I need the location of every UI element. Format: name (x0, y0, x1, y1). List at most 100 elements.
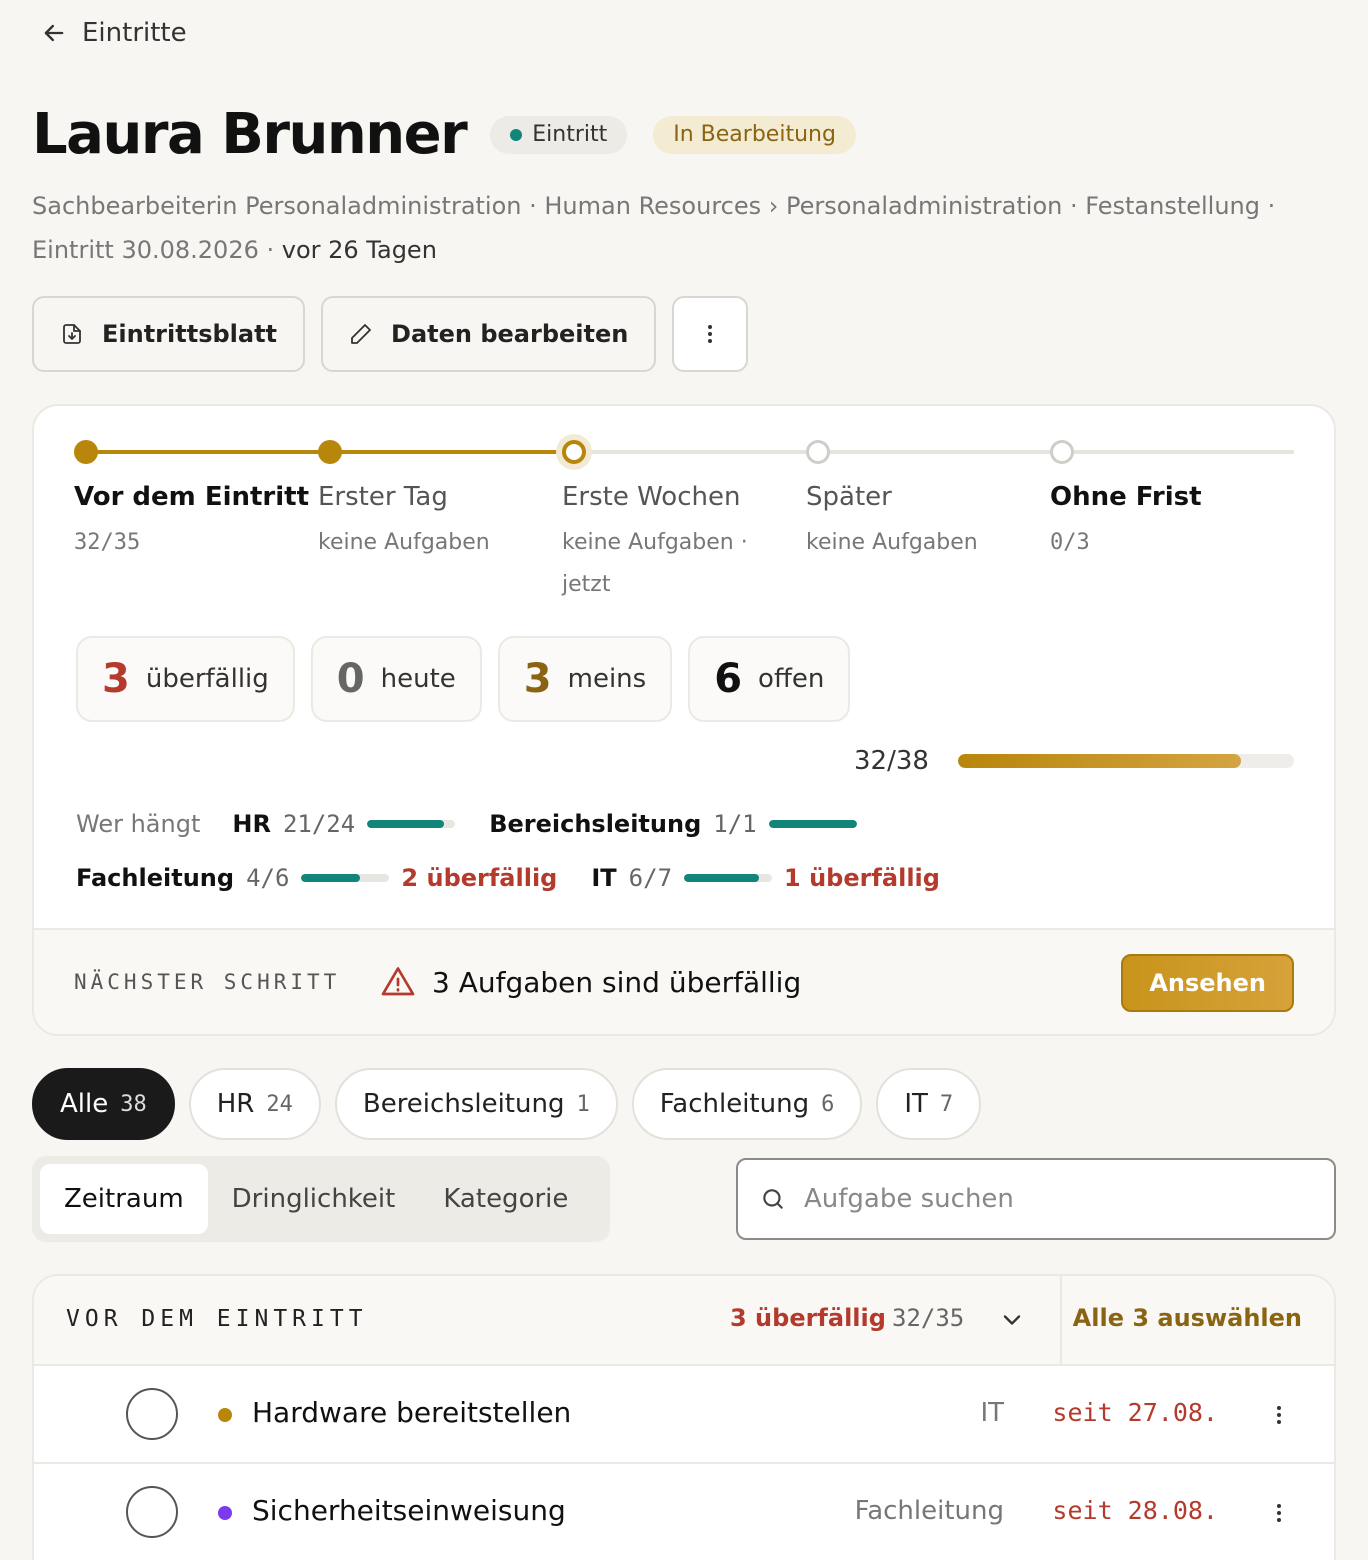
progress-fill (958, 754, 1241, 768)
phase-sub: 32/35 (74, 530, 141, 555)
phase-name: Später (806, 482, 892, 512)
search-input[interactable] (804, 1184, 1304, 1214)
filter-chip-count: 38 (120, 1091, 147, 1117)
chevron-down-icon[interactable] (998, 1306, 1026, 1334)
arrow-left-icon (44, 24, 64, 42)
owner-group-count: 4/6 (246, 864, 290, 892)
stat-label: offen (758, 664, 825, 694)
segment-dringlichkeit[interactable]: Dringlichkeit (208, 1164, 420, 1234)
view-button[interactable]: Ansehen (1121, 954, 1294, 1012)
select-all-button[interactable]: Alle 3 auswählen (1073, 1304, 1302, 1332)
owner-group-bar (768, 820, 857, 828)
phase-sub: keine Aufgaben (806, 530, 978, 555)
stat-value: 0 (336, 656, 365, 702)
filter-chip-label: Alle (60, 1089, 109, 1119)
task-checkbox[interactable] (126, 1388, 178, 1440)
task-group-title: VOR DEM EINTRITT (66, 1306, 368, 1332)
phase-item[interactable]: Ohne Frist 0/3 (1050, 482, 1290, 564)
stat-tile[interactable]: 0 heute (310, 636, 482, 722)
next-step-label: NÄCHSTER SCHRITT (74, 970, 341, 994)
owner-group[interactable]: Fachleitung 4/6 2 überfällig (76, 864, 557, 892)
task-list: VOR DEM EINTRITT 3 überfällig 32/35 Alle… (32, 1274, 1336, 1560)
owner-group-count: 6/7 (628, 864, 673, 892)
phase-item[interactable]: Später keine Aufgaben (806, 482, 1046, 564)
task-due-date: seit 27.08. (1052, 1398, 1218, 1427)
page-title: Laura Brunner (32, 102, 468, 167)
header-divider (1060, 1276, 1062, 1366)
task-search[interactable] (736, 1158, 1336, 1240)
stat-value: 3 (102, 656, 130, 702)
task-group-header: VOR DEM EINTRITT 3 überfällig 32/35 Alle… (34, 1276, 1334, 1366)
filter-chip-count: 6 (821, 1091, 835, 1117)
task-row[interactable]: Sicherheitseinweisung Fachleitung seit 28.… (34, 1464, 1334, 1560)
task-menu-button[interactable] (1264, 1496, 1294, 1530)
phase-item[interactable]: Erste Wochen keine Aufgaben · jetzt (562, 482, 802, 606)
task-title: Hardware bereitstellen (252, 1396, 572, 1429)
overview-card: Vor dem Eintritt 32/35 Erster Tag keine Auf… (32, 404, 1336, 1036)
more-vertical-icon (708, 325, 713, 343)
stat-value: 6 (714, 656, 743, 702)
stat-tile[interactable]: 3 meins (497, 636, 673, 722)
phase-item[interactable]: Vor dem Eintritt 32/35 (74, 482, 314, 564)
timeline-node (806, 440, 830, 464)
timeline-node (318, 440, 342, 464)
filter-chip[interactable]: IT 7 (876, 1068, 982, 1140)
segment-kategorie[interactable]: Kategorie (419, 1164, 592, 1234)
title-row: Laura Brunner Eintritt In Bearbeitung (32, 102, 856, 167)
edit-data-button[interactable]: Daten bearbeiten (321, 296, 657, 372)
more-vertical-icon (1277, 1504, 1281, 1522)
stat-tile[interactable]: 3 überfällig (76, 636, 295, 722)
task-title: Sicherheitseinweisung (252, 1494, 566, 1527)
phase-sub: keine Aufgaben · jetzt (562, 530, 748, 597)
progress-bar (958, 754, 1294, 768)
task-checkbox[interactable] (126, 1486, 178, 1538)
category-dot-icon (218, 1506, 232, 1520)
stat-tile[interactable]: 6 offen (688, 636, 851, 722)
type-badge: Eintritt (490, 115, 628, 154)
task-owner: Fachleitung (854, 1496, 1004, 1526)
category-dot-icon (218, 1408, 232, 1422)
filter-chip[interactable]: Fachleitung 6 (631, 1068, 863, 1140)
filter-chip-label: HR (216, 1089, 255, 1119)
stat-value: 3 (523, 656, 552, 702)
phase-name: Ohne Frist (1050, 482, 1202, 512)
owner-group-bar-fill (301, 874, 361, 882)
edit-data-label: Daten bearbeiten (391, 320, 629, 348)
owner-group-name: Bereichsleitung (489, 810, 702, 838)
task-group-count: 32/35 (892, 1304, 965, 1332)
phase-sub: keine Aufgaben (318, 530, 490, 555)
owner-group-name: IT (591, 864, 617, 892)
filter-chip[interactable]: Bereichsleitung 1 (334, 1068, 618, 1140)
status-badge: In Bearbeitung (653, 115, 856, 154)
task-group-overdue: 3 überfällig (730, 1304, 886, 1332)
filter-chip-label: Bereichsleitung (362, 1089, 565, 1119)
filter-chip[interactable]: Alle 38 (32, 1068, 175, 1140)
who-row-2: Fachleitung 4/6 2 überfällig IT 6/7 1 überfäl… (76, 864, 974, 892)
timeline-segment (1062, 450, 1294, 454)
phase-item[interactable]: Erster Tag keine Aufgaben (318, 482, 558, 564)
owner-group[interactable]: IT 6/7 1 überfällig (591, 864, 940, 892)
task-owner: IT (980, 1398, 1004, 1428)
more-actions-button[interactable] (672, 296, 749, 372)
relative-date: vor 26 Tagen (281, 236, 437, 264)
filter-chip[interactable]: HR 24 (188, 1068, 321, 1140)
timeline-node (74, 440, 98, 464)
segment-zeitraum[interactable]: Zeitraum (40, 1164, 208, 1234)
task-row[interactable]: Hardware bereitstellen IT seit 27.08. (34, 1366, 1334, 1464)
owner-group[interactable]: HR 21/24 (232, 810, 456, 838)
back-link[interactable]: Eintritte (40, 18, 187, 48)
entry-sheet-label: Eintrittsblatt (102, 320, 278, 348)
owner-group-bar-fill (768, 820, 857, 828)
owner-group-bar (301, 874, 390, 882)
timeline-segment (330, 450, 574, 454)
filter-chip-count: 24 (266, 1091, 293, 1117)
task-menu-button[interactable] (1264, 1398, 1294, 1432)
who-row-1: Wer hängt HR 21/24 Bereichsleitung 1/1 (76, 810, 891, 838)
entry-sheet-button[interactable]: Eintrittsblatt (32, 296, 306, 372)
task-due-date: seit 28.08. (1052, 1496, 1218, 1525)
next-step-message: 3 Aufgaben sind überfällig (380, 964, 801, 1000)
owner-group-bar (367, 820, 456, 828)
owner-group-name: HR (232, 810, 271, 838)
owner-group[interactable]: Bereichsleitung 1/1 (489, 810, 857, 838)
stat-label: heute (380, 664, 456, 694)
